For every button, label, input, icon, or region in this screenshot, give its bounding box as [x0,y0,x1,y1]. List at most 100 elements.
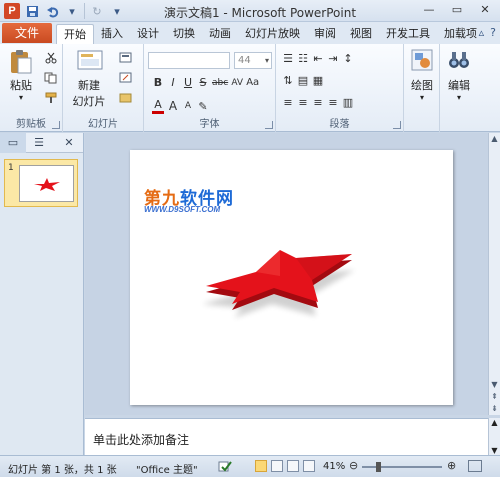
scroll-down-icon[interactable]: ▼ [489,379,500,391]
section-icon[interactable] [119,92,133,104]
font-size-field[interactable]: 44 ▾ [234,52,272,69]
drawing-button[interactable]: 绘图 ▾ [407,48,437,102]
increase-indent-icon[interactable]: ⇥ [327,52,339,65]
view-buttons [255,460,315,472]
format-painter-icon[interactable] [44,92,58,104]
group-editing: 编辑 ▾ [440,44,478,132]
help-icon[interactable]: ? [490,26,496,39]
status-theme[interactable]: "Office 主题" [136,461,198,476]
slide-canvas[interactable]: 第九软件网 WWW.D9SOFT.COM [130,150,453,405]
red-star-shape[interactable] [130,150,453,405]
slides-pane: ▭ ☰ ✕ 1 [0,132,84,455]
shadow-button[interactable]: S [197,76,209,89]
maximize-button[interactable]: ▭ [446,2,468,18]
reading-view-button[interactable] [287,460,299,472]
slides-tab[interactable]: ▭ [0,132,26,153]
shrink-font-button[interactable]: A [182,101,194,111]
paste-button[interactable]: 粘贴 ▾ [4,48,38,102]
paragraph-launcher[interactable] [393,121,401,129]
tab-animations[interactable]: 动画 [202,24,238,44]
layout-icon[interactable] [119,52,133,64]
zoom-slider[interactable] [362,462,442,472]
save-icon[interactable] [24,3,40,19]
title-bar: P ▾ ↻ ▾ 演示文稿1 - Microsoft PowerPoint — ▭… [0,0,500,22]
notes-pane[interactable]: 单击此处添加备注 [85,418,488,455]
notes-scroll-up-icon[interactable]: ▲ [489,418,500,427]
font-format-row: B I U S abc AV Aa [152,76,259,89]
tab-slideshow[interactable]: 幻灯片放映 [238,24,307,44]
zoom-in-icon[interactable]: ⊕ [447,459,456,472]
minimize-ribbon-icon[interactable]: ▵ [479,26,485,39]
font-color-button[interactable]: A [152,98,164,114]
reset-slide-icon[interactable] [119,72,133,84]
close-pane-button[interactable]: ✕ [56,133,82,153]
numbering-icon[interactable]: ☷ [297,52,309,65]
line-spacing-icon[interactable]: ↕ [342,52,354,65]
font-name-field[interactable] [148,52,230,69]
justify-icon[interactable]: ≡ [327,96,339,109]
change-case-button[interactable]: Aa [246,77,259,88]
clear-formatting-icon[interactable]: ✎ [197,100,209,113]
redo-icon[interactable]: ↻ [89,3,105,19]
tab-insert[interactable]: 插入 [94,24,130,44]
tab-review[interactable]: 审阅 [307,24,343,44]
slideshow-view-button[interactable] [303,460,315,472]
smartart-icon[interactable]: ▦ [312,74,324,87]
customize-qat-icon[interactable]: ▾ [109,3,125,19]
zoom-level[interactable]: 41% [323,461,345,472]
italic-button[interactable]: I [167,76,179,89]
copy-icon[interactable] [44,72,58,84]
next-slide-icon[interactable]: ⇟ [489,403,500,415]
slide-sorter-view-button[interactable] [271,460,283,472]
grow-font-button[interactable]: A [167,99,179,113]
tab-design[interactable]: 设计 [130,24,166,44]
char-spacing-button[interactable]: AV [231,78,243,88]
decrease-indent-icon[interactable]: ⇤ [312,52,324,65]
outline-tab[interactable]: ☰ [26,133,52,153]
align-center-icon[interactable]: ≡ [297,96,309,109]
notes-scrollbar[interactable]: ▲ ▼ [488,418,500,455]
group-slides: 新建 幻灯片 幻灯片 [63,44,144,132]
new-slide-icon [76,48,103,74]
bold-button[interactable]: B [152,76,164,89]
align-left-icon[interactable]: ≡ [282,96,294,109]
new-slide-button[interactable]: 新建 幻灯片 [69,48,109,109]
notes-scroll-down-icon[interactable]: ▼ [489,446,500,455]
tab-home[interactable]: 开始 [56,24,94,44]
undo-icon[interactable] [44,3,60,19]
font-launcher[interactable] [265,121,273,129]
underline-button[interactable]: U [182,76,194,89]
previous-slide-icon[interactable]: ⇞ [489,391,500,403]
qat-separator [84,3,85,19]
editing-button[interactable]: 编辑 ▾ [444,48,474,102]
tab-transitions[interactable]: 切换 [166,24,202,44]
bullets-icon[interactable]: ☰ [282,52,294,65]
align-right-icon[interactable]: ≡ [312,96,324,109]
notes-placeholder: 单击此处添加备注 [93,433,190,447]
paste-dropdown-icon: ▾ [18,93,23,102]
text-direction-icon[interactable]: ⇅ [282,74,294,87]
close-button[interactable]: ✕ [474,2,496,18]
tab-file[interactable]: 文件 [2,23,52,43]
tab-addins[interactable]: 加载项 [437,24,484,44]
zoom-out-icon[interactable]: ⊖ [349,459,358,472]
slide-thumbnail-item[interactable]: 1 [4,159,78,207]
proofing-icon[interactable] [218,460,232,473]
scroll-up-icon[interactable]: ▲ [489,133,500,145]
align-text-icon[interactable]: ▤ [297,74,309,87]
columns-icon[interactable]: ▥ [342,96,354,109]
minimize-button[interactable]: — [418,2,440,18]
cut-icon[interactable] [44,52,58,64]
tab-developer[interactable]: 开发工具 [379,24,437,44]
strikethrough-button[interactable]: abc [212,78,228,88]
status-slide-info: 幻灯片 第 1 张，共 1 张 [8,465,117,476]
powerpoint-app-icon[interactable]: P [4,3,20,19]
fit-to-window-icon[interactable] [468,460,482,472]
editor-vertical-scrollbar[interactable]: ▲ ▼ ⇞ ⇟ [488,133,500,415]
editing-dropdown-icon: ▾ [456,93,461,102]
zoom-slider-thumb[interactable] [376,462,382,472]
normal-view-button[interactable] [255,460,267,472]
undo-dropdown-icon[interactable]: ▾ [64,3,80,19]
clipboard-launcher[interactable] [52,121,60,129]
tab-view[interactable]: 视图 [343,24,379,44]
